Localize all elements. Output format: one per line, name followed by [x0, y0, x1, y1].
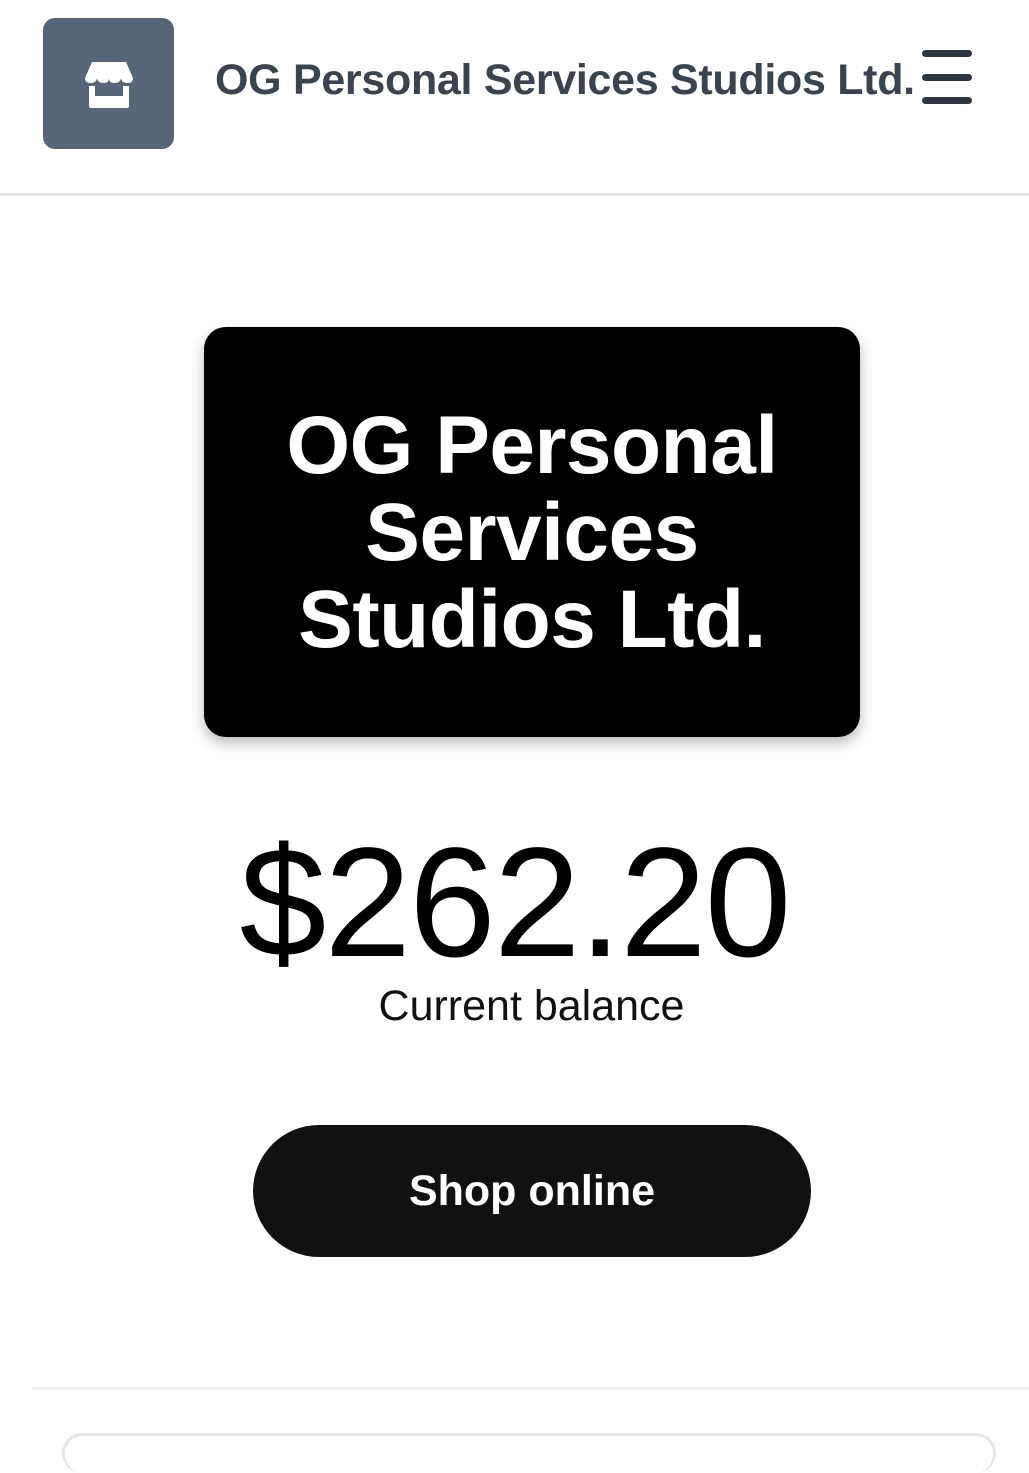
menu-button[interactable] — [918, 50, 976, 104]
section-divider — [32, 1387, 1029, 1390]
gift-card-name: OG Personal Services Studios Ltd. — [286, 399, 778, 665]
hamburger-menu-bar — [922, 97, 972, 104]
partial-card — [62, 1433, 996, 1473]
shop-online-button[interactable]: Shop online — [253, 1125, 811, 1257]
hamburger-menu-bar — [922, 73, 972, 81]
shop-name: OG Personal Services Studios Ltd. — [215, 56, 915, 104]
balance-label: Current balance — [378, 982, 685, 1030]
hamburger-menu-icon — [922, 50, 972, 57]
gift-card: OG Personal Services Studios Ltd. — [204, 327, 860, 737]
balance-amount: $262.20 — [239, 816, 792, 990]
shop-logo[interactable] — [43, 18, 174, 149]
storefront-icon — [83, 58, 135, 110]
top-header: OG Personal Services Studios Ltd. — [0, 0, 1029, 196]
